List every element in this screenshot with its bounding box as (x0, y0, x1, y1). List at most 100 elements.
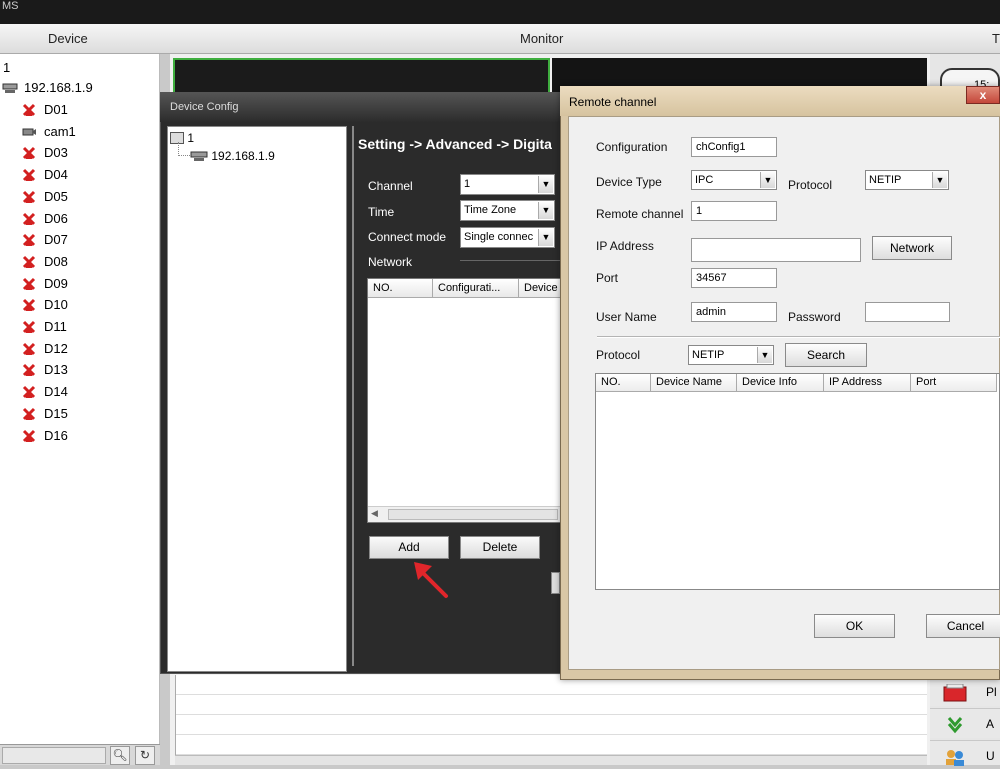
offline-camera-icon (22, 255, 36, 269)
search-protocol-select[interactable]: NETIP ▼ (688, 345, 774, 365)
right-item-users[interactable]: U (930, 740, 1000, 766)
list-header[interactable]: Device (519, 279, 561, 298)
scrollbar-thumb[interactable] (388, 509, 558, 520)
top-tab-bar: Device Monitor T (0, 24, 1000, 54)
password-label: Password (788, 310, 841, 324)
tree-search-input[interactable] (2, 747, 106, 764)
delete-button[interactable]: Delete (460, 536, 540, 559)
tree-channel-label: D07 (44, 232, 68, 248)
channel-select[interactable]: 1 ▼ (460, 174, 555, 195)
ip-address-label: IP Address (596, 239, 654, 253)
tree-channel-item[interactable]: D03 (22, 143, 142, 163)
password-field[interactable] (865, 302, 950, 322)
tree-channel-item[interactable]: D06 (22, 209, 142, 229)
configuration-label: Configuration (596, 140, 668, 154)
tree-channel-item[interactable]: D10 (22, 295, 142, 315)
protocol-select[interactable]: NETIP ▼ (865, 170, 949, 190)
hidden-button[interactable] (551, 572, 560, 594)
list-scrollbar[interactable]: ◀ (368, 506, 561, 522)
tree-channel-label: D03 (44, 145, 68, 161)
tree-channel-item[interactable]: D04 (22, 165, 142, 185)
tree-channel-item[interactable]: D16 (22, 426, 142, 446)
offline-camera-icon (22, 277, 36, 291)
tree-channel-item[interactable]: D11 (22, 317, 142, 337)
tree-channel-item[interactable]: D08 (22, 252, 142, 272)
ip-address-field[interactable] (691, 238, 861, 262)
tree-channel-label: D08 (44, 253, 68, 269)
app-title: MS (2, 0, 19, 12)
refresh-icon[interactable]: ↻ (135, 746, 155, 765)
list-header[interactable]: IP Address (824, 374, 911, 392)
device-config-title: Device Config (160, 92, 580, 122)
close-icon[interactable]: x (966, 86, 1000, 104)
device-type-select[interactable]: IPC ▼ (691, 170, 777, 190)
offline-camera-icon (22, 342, 36, 356)
remote-channel-field[interactable]: 1 (691, 201, 777, 221)
digital-channel-list[interactable] (367, 278, 562, 523)
connect-mode-select[interactable]: Single connec ▼ (460, 227, 555, 248)
connect-mode-value: Single connec (464, 231, 534, 243)
chevron-down-icon: ▼ (538, 202, 553, 219)
tree-channel-label: D13 (44, 362, 68, 378)
right-item-label: Pl (986, 685, 997, 699)
add-button[interactable]: Add (369, 536, 449, 559)
tree-connector (178, 142, 190, 156)
tree-device[interactable]: 192.168.1.9 (2, 78, 152, 98)
config-tree-device[interactable]: 192.168.1.9 (190, 149, 275, 165)
tree-channel-label: D14 (44, 384, 68, 400)
device-type-label: Device Type (596, 175, 662, 189)
chevron-down-icon: ▼ (932, 172, 947, 188)
video-cell-active[interactable] (173, 58, 550, 94)
chevron-left-icon[interactable]: ◀ (371, 508, 378, 519)
port-label: Port (596, 271, 619, 285)
list-header[interactable]: Device Name (651, 374, 737, 392)
tab-monitor[interactable]: Monitor (520, 31, 563, 46)
offline-camera-icon (22, 298, 36, 312)
list-header[interactable]: Configurati... (433, 279, 519, 298)
configuration-field[interactable]: chConfig1 (691, 137, 777, 157)
list-header[interactable]: Device Info (737, 374, 824, 392)
monitor-scrollbar[interactable] (175, 755, 927, 765)
tree-channel-item[interactable]: D09 (22, 274, 142, 294)
monitor-grid (175, 675, 927, 755)
username-label: User Name (596, 310, 657, 324)
chevron-down-icon: ▼ (760, 172, 775, 188)
device-type-value: IPC (695, 174, 714, 186)
cancel-button[interactable]: Cancel (926, 614, 1000, 638)
tab-right-fragment[interactable]: T (992, 31, 1000, 46)
tree-channel-item[interactable]: D05 (22, 187, 142, 207)
network-button[interactable]: Network (872, 236, 952, 260)
tree-channel-item[interactable]: D13 (22, 360, 142, 380)
network-device-icon (2, 81, 18, 95)
tree-channel-item[interactable]: D14 (22, 382, 142, 402)
offline-camera-icon (22, 363, 36, 377)
list-header[interactable]: Port (911, 374, 997, 392)
search-results-list[interactable] (595, 373, 1000, 590)
channel-value: 1 (464, 178, 471, 190)
offline-camera-icon (22, 190, 36, 204)
tree-root-label: 1 (3, 60, 11, 75)
username-field[interactable]: admin (691, 302, 777, 322)
divider (597, 336, 1000, 338)
playback-icon (943, 683, 967, 702)
port-field[interactable]: 34567 (691, 268, 777, 288)
list-header[interactable]: NO. (368, 279, 433, 298)
tree-channel-item[interactable]: D12 (22, 339, 142, 359)
tree-channel-item[interactable]: D07 (22, 230, 142, 250)
tree-channel-item[interactable]: cam1 (22, 122, 142, 142)
list-header[interactable]: NO. (596, 374, 651, 392)
tab-device[interactable]: Device (48, 31, 88, 46)
search-button[interactable]: Search (785, 343, 867, 367)
right-item-download[interactable]: A (930, 708, 1000, 738)
time-select[interactable]: Time Zone ▼ (460, 200, 555, 221)
breadcrumb: Setting -> Advanced -> Digita (358, 136, 552, 152)
chevron-down-icon: ▼ (538, 176, 553, 193)
tree-channel-item[interactable]: D15 (22, 404, 142, 424)
search-icon[interactable]: 🔍︎ (110, 746, 130, 765)
ok-button[interactable]: OK (814, 614, 895, 638)
right-item-playback[interactable]: Pl (930, 676, 1000, 706)
tree-channel-item[interactable]: D01 (22, 100, 142, 120)
offline-camera-icon (22, 407, 36, 421)
protocol-value: NETIP (869, 174, 902, 186)
tree-channel-label: D04 (44, 167, 68, 183)
